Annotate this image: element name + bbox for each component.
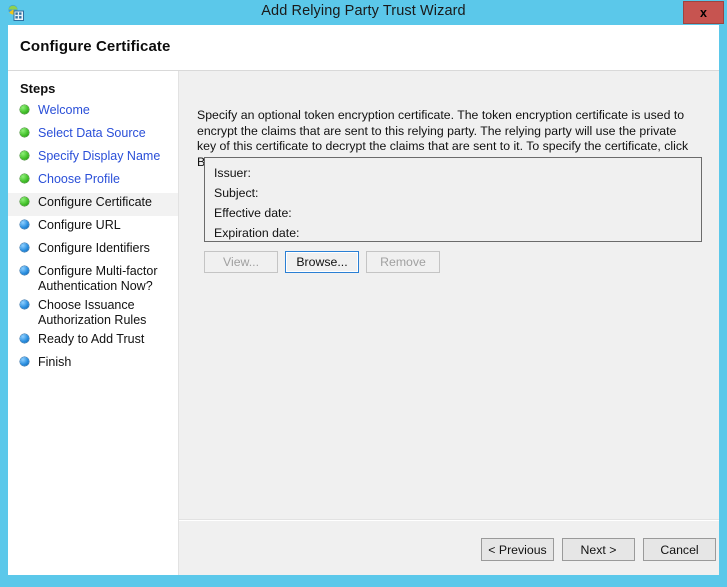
sidebar-item-label: Choose Issuance Authorization Rules xyxy=(38,298,147,327)
window-title: Add Relying Party Trust Wizard xyxy=(261,3,466,19)
wizard-footer: < Previous Next > Cancel xyxy=(179,521,719,575)
sidebar-item-label: Configure URL xyxy=(38,218,121,232)
sidebar-item-configure-certificate[interactable]: Configure Certificate xyxy=(8,193,178,216)
steps-sidebar: Steps Welcome Select Data Source Specify… xyxy=(8,71,178,575)
client-area: Configure Certificate Steps Welcome Sele… xyxy=(8,25,719,575)
step-bullet-icon xyxy=(20,128,29,137)
sidebar-item-label: Select Data Source xyxy=(38,126,146,140)
sidebar-item-specify-display-name[interactable]: Specify Display Name xyxy=(8,147,178,170)
certificate-issuer-label: Issuer: xyxy=(214,166,251,180)
browse-button[interactable]: Browse... xyxy=(285,251,359,273)
step-bullet-icon xyxy=(20,334,29,343)
steps-heading: Steps xyxy=(20,81,56,96)
certificate-actions: View... Browse... Remove xyxy=(204,251,604,273)
certificate-details-group: Issuer: Subject: Effective date: Expirat… xyxy=(204,157,702,242)
remove-button[interactable]: Remove xyxy=(366,251,440,273)
page-header: Configure Certificate xyxy=(8,25,719,70)
page-title: Configure Certificate xyxy=(20,38,171,55)
certificate-effective-date-label: Effective date: xyxy=(214,206,292,220)
sidebar-item-label: Specify Display Name xyxy=(38,149,161,163)
steps-list: Welcome Select Data Source Specify Displ… xyxy=(8,101,178,376)
step-bullet-icon xyxy=(20,266,29,275)
sidebar-item-configure-multifactor[interactable]: Configure Multi-factor Authentication No… xyxy=(8,262,178,296)
sidebar-item-select-data-source[interactable]: Select Data Source xyxy=(8,124,178,147)
sidebar-item-label: Welcome xyxy=(38,103,90,117)
certificate-subject-label: Subject: xyxy=(214,186,259,200)
certificate-expiration-date-label: Expiration date: xyxy=(214,226,300,240)
sidebar-item-label: Configure Multi-factor Authentication No… xyxy=(38,264,158,293)
step-bullet-icon xyxy=(20,220,29,229)
sidebar-item-label: Choose Profile xyxy=(38,172,120,186)
sidebar-item-welcome[interactable]: Welcome xyxy=(8,101,178,124)
sidebar-item-label: Configure Certificate xyxy=(38,195,152,209)
step-bullet-icon xyxy=(20,174,29,183)
sidebar-item-finish[interactable]: Finish xyxy=(8,353,178,376)
step-bullet-icon xyxy=(20,357,29,366)
title-bar: Add Relying Party Trust Wizard x xyxy=(0,0,727,25)
sidebar-item-label: Ready to Add Trust xyxy=(38,332,145,346)
next-button[interactable]: Next > xyxy=(562,538,635,561)
step-bullet-icon xyxy=(20,300,29,309)
view-button[interactable]: View... xyxy=(204,251,278,273)
step-bullet-icon xyxy=(20,151,29,160)
step-bullet-icon xyxy=(20,105,29,114)
step-bullet-icon xyxy=(20,197,29,206)
sidebar-item-configure-identifiers[interactable]: Configure Identifiers xyxy=(8,239,178,262)
sidebar-item-choose-issuance-authorization-rules[interactable]: Choose Issuance Authorization Rules xyxy=(8,296,178,330)
cancel-button[interactable]: Cancel xyxy=(643,538,716,561)
wizard-window: Add Relying Party Trust Wizard x Configu… xyxy=(0,0,727,587)
close-icon[interactable]: x xyxy=(683,1,724,24)
sidebar-item-label: Finish xyxy=(38,355,72,369)
previous-button[interactable]: < Previous xyxy=(481,538,554,561)
sidebar-item-ready-to-add-trust[interactable]: Ready to Add Trust xyxy=(8,330,178,353)
sidebar-item-configure-url[interactable]: Configure URL xyxy=(8,216,178,239)
main-pane: Specify an optional token encryption cer… xyxy=(179,71,719,575)
sidebar-item-choose-profile[interactable]: Choose Profile xyxy=(8,170,178,193)
sidebar-item-label: Configure Identifiers xyxy=(38,241,150,255)
step-bullet-icon xyxy=(20,243,29,252)
